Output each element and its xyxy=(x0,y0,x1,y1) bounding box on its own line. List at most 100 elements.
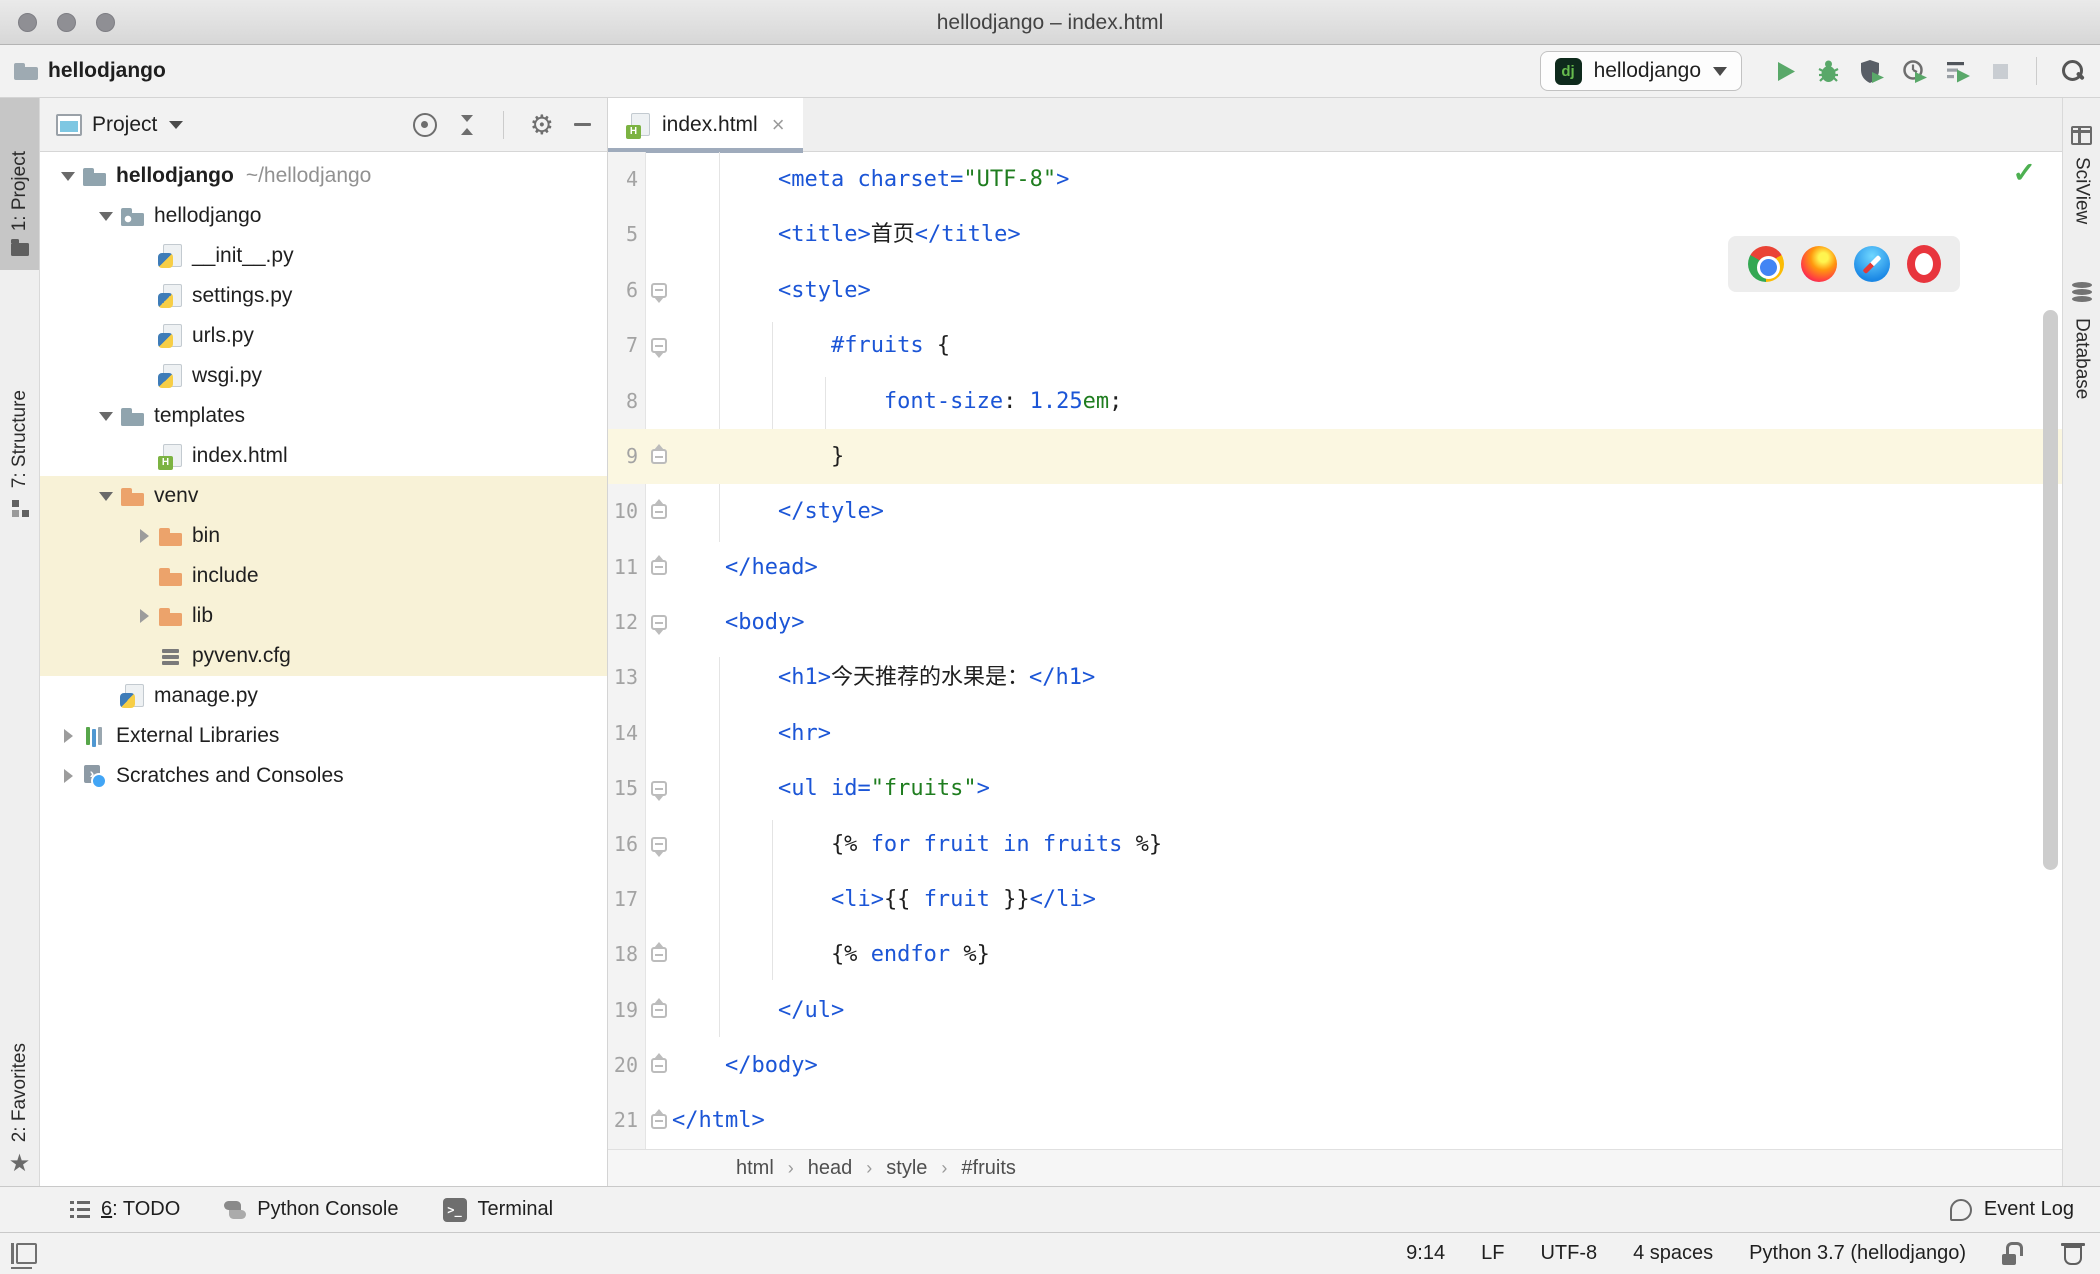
breadcrumb-separator: › xyxy=(866,1157,873,1178)
tool-window-button-favorites[interactable]: 2: Favorites ★ xyxy=(0,980,39,1180)
code-line-16[interactable]: 16 {% for fruit in fruits %} xyxy=(608,817,2062,872)
expander-open-icon[interactable] xyxy=(92,412,120,421)
firefox-icon[interactable] xyxy=(1800,246,1837,282)
code-line-8[interactable]: 8 font-size: 1.25em; xyxy=(608,374,2062,429)
fold-marker-open[interactable] xyxy=(651,615,667,636)
breadcrumb-item-html[interactable]: html xyxy=(736,1157,774,1180)
project-panel-title[interactable]: Project xyxy=(92,113,157,137)
run-configuration-select[interactable]: dj hellodjango xyxy=(1539,51,1742,91)
tree-item-scratches-and-consoles[interactable]: Scratches and Consoles xyxy=(40,756,607,796)
settings-gear-icon[interactable]: ⚙ xyxy=(530,111,554,138)
tree-item-manage-py[interactable]: manage.py xyxy=(40,676,607,716)
code-line-20[interactable]: 20 </body> xyxy=(608,1038,2062,1093)
tree-item--init-py[interactable]: __init__.py xyxy=(40,236,607,276)
close-tab-icon[interactable]: × xyxy=(772,112,785,138)
tree-item-external-libraries[interactable]: External Libraries xyxy=(40,716,607,756)
fold-marker-open[interactable] xyxy=(651,282,667,303)
chrome-icon[interactable] xyxy=(1747,246,1784,282)
debug-icon[interactable] xyxy=(1815,58,1842,85)
tree-item-include[interactable]: include xyxy=(40,556,607,596)
fold-marker-close[interactable] xyxy=(651,1053,667,1074)
collapse-all-icon[interactable] xyxy=(457,113,477,137)
inspection-ok-check-icon[interactable]: ✓ xyxy=(2013,156,2036,189)
profiler-icon[interactable] xyxy=(1901,58,1928,85)
tool-window-button-python-console[interactable]: Python Console xyxy=(224,1198,399,1221)
fold-marker-open[interactable] xyxy=(651,781,667,802)
run-icon[interactable] xyxy=(1772,58,1799,85)
tool-window-button-database[interactable]: Database xyxy=(2063,282,2100,400)
code-line-7[interactable]: 7 #fruits { xyxy=(608,318,2062,373)
tool-window-button-sciview[interactable]: SciView xyxy=(2063,126,2100,224)
caret-position[interactable]: 9:14 xyxy=(1406,1242,1445,1265)
locate-icon[interactable] xyxy=(412,112,437,137)
fold-marker-open[interactable] xyxy=(651,836,667,857)
fold-column xyxy=(646,499,672,520)
tool-window-button-terminal[interactable]: Terminal xyxy=(442,1197,553,1222)
expander-open-icon[interactable] xyxy=(92,492,120,501)
tab-index-html[interactable]: index.html × xyxy=(608,98,803,153)
expander-closed-icon[interactable] xyxy=(54,769,82,783)
navigation-bar[interactable]: hellodjango xyxy=(14,59,166,83)
code-line-19[interactable]: 19 </ul> xyxy=(608,983,2062,1038)
breadcrumb-item--fruits[interactable]: #fruits xyxy=(961,1157,1015,1180)
code-line-21[interactable]: 21 </html> xyxy=(608,1093,2062,1148)
fold-marker-open[interactable] xyxy=(651,338,667,359)
search-everywhere-icon[interactable] xyxy=(2059,58,2086,85)
code-editor[interactable]: 4 <meta charset="UTF-8"> 5 <title>首页</tit… xyxy=(608,152,2062,1149)
tree-item-hellodjango[interactable]: hellodjango xyxy=(40,196,607,236)
tool-window-button-project[interactable]: 1: Project xyxy=(0,98,39,270)
stop-icon[interactable] xyxy=(1987,58,2014,85)
toggle-tool-window-bars-icon[interactable] xyxy=(11,1243,37,1269)
tree-item-pyvenv-cfg[interactable]: pyvenv.cfg xyxy=(40,636,607,676)
fold-marker-close[interactable] xyxy=(651,554,667,575)
execute-icon[interactable] xyxy=(1944,58,1971,85)
indent-setting[interactable]: 4 spaces xyxy=(1633,1242,1713,1265)
inspections-profile-icon[interactable] xyxy=(2060,1242,2082,1265)
tree-item-venv[interactable]: venv xyxy=(40,476,607,516)
code-line-4[interactable]: 4 <meta charset="UTF-8"> xyxy=(608,152,2062,207)
tree-item-wsgi-py[interactable]: wsgi.py xyxy=(40,356,607,396)
expander-closed-icon[interactable] xyxy=(130,609,158,623)
hide-icon[interactable] xyxy=(574,123,591,126)
code-line-13[interactable]: 13 <h1>今天推荐的水果是：</h1> xyxy=(608,650,2062,705)
expander-closed-icon[interactable] xyxy=(54,729,82,743)
fold-marker-close[interactable] xyxy=(651,942,667,963)
line-ending[interactable]: LF xyxy=(1481,1242,1504,1265)
tree-item-settings-py[interactable]: settings.py xyxy=(40,276,607,316)
breadcrumb-item-style[interactable]: style xyxy=(886,1157,927,1180)
code-line-17[interactable]: 17 <li>{{ fruit }}</li> xyxy=(608,872,2062,927)
tree-item-lib[interactable]: lib xyxy=(40,596,607,636)
code-line-14[interactable]: 14 <hr> xyxy=(608,706,2062,761)
file-encoding[interactable]: UTF-8 xyxy=(1540,1242,1597,1265)
run-with-coverage-icon[interactable] xyxy=(1858,58,1885,85)
fold-marker-close[interactable] xyxy=(651,499,667,520)
tree-item-index-html[interactable]: index.html xyxy=(40,436,607,476)
code-line-12[interactable]: 12 <body> xyxy=(608,595,2062,650)
fold-marker-close[interactable] xyxy=(651,997,667,1018)
tree-item-bin[interactable]: bin xyxy=(40,516,607,556)
code-line-11[interactable]: 11 </head> xyxy=(608,540,2062,595)
chevron-down-icon[interactable] xyxy=(169,120,184,129)
fold-marker-close[interactable] xyxy=(651,1108,667,1129)
code-line-15[interactable]: 15 <ul id="fruits"> xyxy=(608,761,2062,816)
tree-item-urls-py[interactable]: urls.py xyxy=(40,316,607,356)
code-line-10[interactable]: 10 </style> xyxy=(608,484,2062,539)
editor-scrollbar[interactable] xyxy=(2043,310,2058,870)
tool-window-button-structure[interactable]: 7: Structure xyxy=(0,286,39,526)
expander-open-icon[interactable] xyxy=(54,172,82,181)
unlock-icon[interactable] xyxy=(2002,1241,2024,1265)
code-line-9[interactable]: 9 } xyxy=(608,428,2062,485)
fold-marker-close[interactable] xyxy=(651,444,667,465)
breadcrumb-item-head[interactable]: head xyxy=(808,1157,853,1180)
tree-item-templates[interactable]: templates xyxy=(40,396,607,436)
navigation-bar-project[interactable]: hellodjango xyxy=(48,59,166,83)
expander-open-icon[interactable] xyxy=(92,212,120,221)
tree-item-hellodjango[interactable]: hellodjango ~/hellodjango xyxy=(40,156,607,196)
opera-icon[interactable] xyxy=(1906,245,1941,283)
tool-window-button-event-log[interactable]: Event Log xyxy=(1949,1198,2074,1221)
safari-icon[interactable] xyxy=(1853,246,1890,282)
python-interpreter[interactable]: Python 3.7 (hellodjango) xyxy=(1749,1242,1966,1265)
code-line-18[interactable]: 18 {% endfor %} xyxy=(608,927,2062,982)
tool-window-button-todo[interactable]: 6: TODO xyxy=(70,1198,180,1221)
expander-closed-icon[interactable] xyxy=(130,529,158,543)
